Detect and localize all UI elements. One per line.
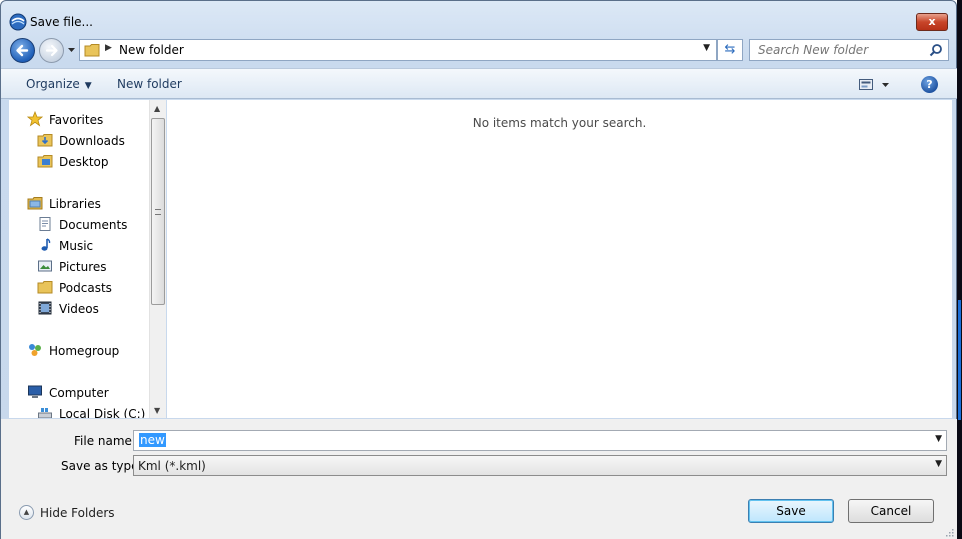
collapse-up-icon: ▲ bbox=[19, 505, 34, 520]
search-input[interactable] bbox=[750, 40, 928, 60]
sidebar-item-label: Favorites bbox=[49, 113, 104, 127]
pictures-icon bbox=[38, 260, 52, 272]
local-disk-icon bbox=[38, 408, 52, 418]
close-button[interactable]: x bbox=[916, 13, 948, 31]
save-options-panel: File name: new ▼ Save as type: Kml (*.km… bbox=[1, 419, 958, 539]
star-icon bbox=[27, 111, 43, 127]
navigation-pane-scrollbar[interactable]: ▲ ▼ bbox=[149, 100, 166, 418]
file-name-label: File name: bbox=[74, 434, 136, 448]
search-icon[interactable] bbox=[929, 43, 943, 57]
documents-icon bbox=[39, 217, 51, 231]
file-name-dropdown-icon[interactable]: ▼ bbox=[935, 434, 942, 444]
save-as-type-label: Save as type: bbox=[61, 459, 143, 473]
save-file-dialog: Save file... x ▶ New folder ▼ ⇆ Search N… bbox=[0, 0, 958, 539]
sidebar-item-label: Local Disk (C:) bbox=[59, 407, 146, 418]
sidebar-item-label: Videos bbox=[59, 302, 99, 316]
videos-icon bbox=[38, 301, 52, 315]
file-list-area[interactable]: No items match your search. bbox=[167, 100, 952, 418]
refresh-icon: ⇆ bbox=[724, 42, 736, 57]
view-options-icon bbox=[859, 79, 889, 90]
chevron-down-icon: ▼ bbox=[84, 81, 92, 91]
scrollbar-thumb[interactable] bbox=[151, 118, 165, 305]
libraries-icon bbox=[27, 197, 43, 210]
sidebar-item-label: Podcasts bbox=[59, 281, 112, 295]
background-window-edge bbox=[957, 0, 962, 539]
file-name-value[interactable]: new bbox=[139, 433, 166, 447]
empty-message: No items match your search. bbox=[472, 116, 647, 130]
address-dropdown-icon[interactable]: ▼ bbox=[703, 43, 710, 53]
desktop-folder-icon bbox=[37, 155, 53, 168]
close-icon: x bbox=[928, 15, 936, 28]
save-as-type-value: Kml (*.kml) bbox=[138, 459, 206, 473]
scroll-up-icon[interactable]: ▲ bbox=[154, 104, 160, 113]
scrollbar-grip-icon bbox=[155, 209, 161, 215]
window-title: Save file... bbox=[30, 15, 93, 29]
breadcrumb-current-folder[interactable]: New folder bbox=[119, 43, 184, 57]
organize-label: Organize bbox=[26, 77, 80, 91]
computer-icon bbox=[28, 385, 42, 398]
downloads-folder-icon bbox=[37, 134, 53, 147]
app-globe-icon bbox=[9, 13, 27, 31]
back-arrow-icon bbox=[16, 44, 29, 57]
new-folder-label: New folder bbox=[117, 77, 182, 91]
hide-folders-label: Hide Folders bbox=[40, 506, 115, 520]
podcasts-folder-icon bbox=[37, 281, 53, 294]
file-name-field[interactable]: new ▼ bbox=[133, 430, 947, 451]
recent-pages-dropdown-icon[interactable] bbox=[66, 43, 77, 57]
address-bar[interactable]: ▶ New folder ▼ bbox=[79, 39, 717, 61]
folder-icon bbox=[84, 44, 100, 57]
back-button[interactable] bbox=[10, 38, 35, 63]
sidebar-item-label: Libraries bbox=[49, 197, 101, 211]
help-icon: ? bbox=[926, 78, 933, 91]
sidebar-item-label: Homegroup bbox=[49, 344, 120, 358]
homegroup-icon bbox=[29, 344, 41, 356]
forward-arrow-icon bbox=[45, 44, 58, 57]
sidebar-item-label: Downloads bbox=[59, 134, 125, 148]
sidebar-item-label: Desktop bbox=[59, 155, 109, 169]
help-button[interactable]: ? bbox=[921, 76, 938, 93]
forward-button[interactable] bbox=[39, 38, 64, 63]
save-button[interactable]: Save bbox=[748, 499, 834, 523]
sidebar-item-label: Computer bbox=[49, 386, 109, 400]
sidebar-item-label: Pictures bbox=[59, 260, 107, 274]
change-view-button[interactable] bbox=[859, 78, 893, 92]
music-icon bbox=[41, 238, 51, 251]
breadcrumb-separator-icon[interactable]: ▶ bbox=[105, 43, 112, 53]
navigation-bar: ▶ New folder ▼ ⇆ bbox=[1, 36, 956, 64]
sidebar-item-label: Documents bbox=[59, 218, 128, 232]
new-folder-button[interactable]: New folder bbox=[117, 77, 182, 91]
command-toolbar: Organize ▼ New folder ? bbox=[1, 68, 958, 99]
search-box[interactable] bbox=[749, 39, 949, 61]
refresh-button[interactable]: ⇆ bbox=[717, 39, 743, 61]
scroll-down-icon[interactable]: ▼ bbox=[154, 406, 160, 415]
resize-grip-icon[interactable] bbox=[945, 528, 954, 537]
organize-menu-button[interactable]: Organize ▼ bbox=[26, 77, 92, 91]
background-window-accent bbox=[958, 300, 961, 420]
navigation-pane: Favorites Downloads Desktop Libraries Do… bbox=[9, 100, 149, 418]
save-as-type-select[interactable]: Kml (*.kml) ▼ bbox=[133, 455, 947, 476]
chevron-down-icon: ▼ bbox=[935, 459, 942, 469]
sidebar-item-label: Music bbox=[59, 239, 94, 253]
cancel-button[interactable]: Cancel bbox=[848, 499, 934, 523]
title-bar[interactable]: Save file... x bbox=[1, 1, 956, 35]
